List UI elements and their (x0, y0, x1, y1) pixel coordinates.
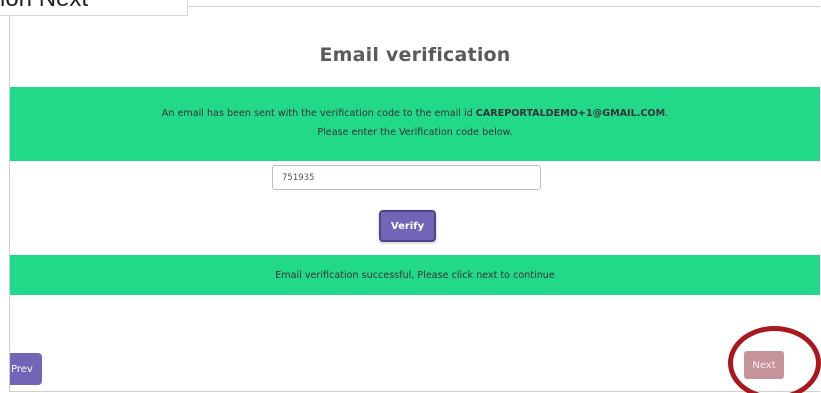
info-line-2: Please enter the Verification code below… (317, 127, 513, 138)
email-address: CAREPORTALDEMO+1@GMAIL.COM (475, 108, 666, 119)
email-verification-panel: Email verification An email has been sen… (9, 6, 820, 392)
step-callout-tab: ion Next (0, 0, 188, 16)
success-message: Email verification successful, Please cl… (275, 270, 555, 281)
screenshot-stage: ion Next Email verification An email has… (0, 0, 821, 393)
next-button[interactable]: Next (744, 351, 784, 379)
verify-button[interactable]: Verify (379, 210, 436, 242)
step-callout-label: ion Next (0, 0, 88, 13)
verification-code-input[interactable] (272, 165, 541, 190)
page-title: Email verification (319, 44, 511, 66)
prev-button[interactable]: Prev (10, 353, 42, 385)
info-text-prefix: An email has been sent with the verifica… (161, 108, 476, 119)
verification-success-banner: Email verification successful, Please cl… (10, 255, 820, 295)
info-line-1: An email has been sent with the verifica… (10, 104, 820, 123)
verification-info-banner: An email has been sent with the verifica… (10, 87, 820, 161)
info-text-suffix: . (665, 108, 669, 119)
